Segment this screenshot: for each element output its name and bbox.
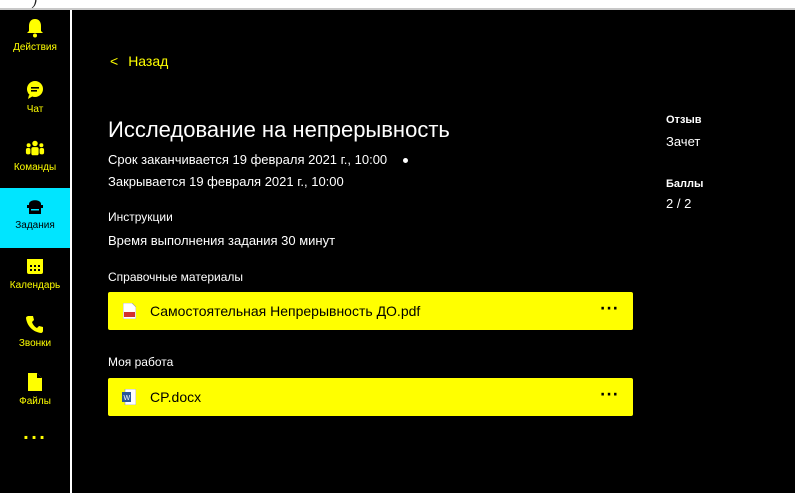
- due-text: Срок заканчивается 19 февраля 2021 г., 1…: [108, 152, 388, 167]
- more-options-button[interactable]: ···: [600, 387, 619, 403]
- reference-file-card[interactable]: Самостоятельная Непрерывность ДО.pdf ···: [108, 292, 633, 330]
- teams-icon: [25, 138, 45, 158]
- status-dot: [403, 158, 409, 164]
- feedback-label: Отзыв: [666, 114, 702, 126]
- sidebar-item-calls[interactable]: Звонки: [0, 306, 70, 364]
- feedback-value: Зачет: [666, 134, 701, 149]
- app-window: Действия Чат Команды Задания Календарь З…: [0, 8, 795, 493]
- my-work-file-name: CP.docx: [150, 389, 202, 405]
- my-work-file-card[interactable]: W CP.docx ···: [108, 378, 633, 416]
- back-label: Назад: [128, 53, 169, 69]
- word-doc-icon: W: [122, 388, 136, 406]
- sidebar-item-label: Чат: [26, 104, 44, 115]
- points-label: Баллы: [666, 178, 704, 190]
- sidebar-item-files[interactable]: Файлы: [0, 364, 70, 422]
- sidebar-item-label: Файлы: [19, 396, 51, 407]
- more-options-button[interactable]: ···: [600, 301, 619, 317]
- sidebar-item-label: Звонки: [18, 338, 52, 349]
- sidebar-item-label: Команды: [13, 162, 57, 173]
- bell-icon: [25, 18, 45, 38]
- more-apps-button[interactable]: ···: [0, 428, 70, 447]
- pdf-icon: [122, 302, 136, 320]
- close-date: Закрывается 19 февраля 2021 г., 10:00: [108, 174, 344, 189]
- sidebar: Действия Чат Команды Задания Календарь З…: [0, 10, 72, 493]
- instructions-text: Время выполнения задания 30 минут: [108, 233, 336, 248]
- sidebar-item-label: Задания: [15, 220, 55, 231]
- points-value: 2 / 2: [666, 196, 692, 211]
- sidebar-item-assignments[interactable]: Задания: [0, 188, 70, 248]
- svg-text:W: W: [124, 395, 131, 402]
- calendar-icon: [25, 256, 45, 276]
- reference-materials-label: Справочные материалы: [108, 270, 244, 284]
- feedback-section: Отзыв Зачет: [666, 114, 702, 149]
- page-title: Исследование на непрерывность: [108, 117, 450, 142]
- file-icon: [25, 372, 45, 392]
- sidebar-item-activity[interactable]: Действия: [0, 10, 70, 68]
- chat-icon: [25, 80, 45, 100]
- due-date: Срок заканчивается 19 февраля 2021 г., 1…: [108, 152, 409, 167]
- back-button[interactable]: < Назад: [110, 53, 168, 69]
- reference-file-name: Самостоятельная Непрерывность ДО.pdf: [150, 303, 421, 319]
- sidebar-item-teams[interactable]: Команды: [0, 130, 70, 188]
- points-section: Баллы 2 / 2: [666, 178, 703, 211]
- sidebar-item-label: Календарь: [9, 280, 61, 291]
- chevron-left-icon: <: [110, 53, 119, 69]
- sidebar-item-calendar[interactable]: Календарь: [0, 248, 70, 306]
- my-work-label: Моя работа: [108, 355, 174, 369]
- phone-icon: [25, 314, 45, 334]
- sidebar-item-label: Действия: [13, 42, 57, 53]
- assignments-icon: [25, 196, 45, 216]
- instructions-label: Инструкции: [108, 210, 173, 224]
- sidebar-item-chat[interactable]: Чат: [0, 72, 70, 130]
